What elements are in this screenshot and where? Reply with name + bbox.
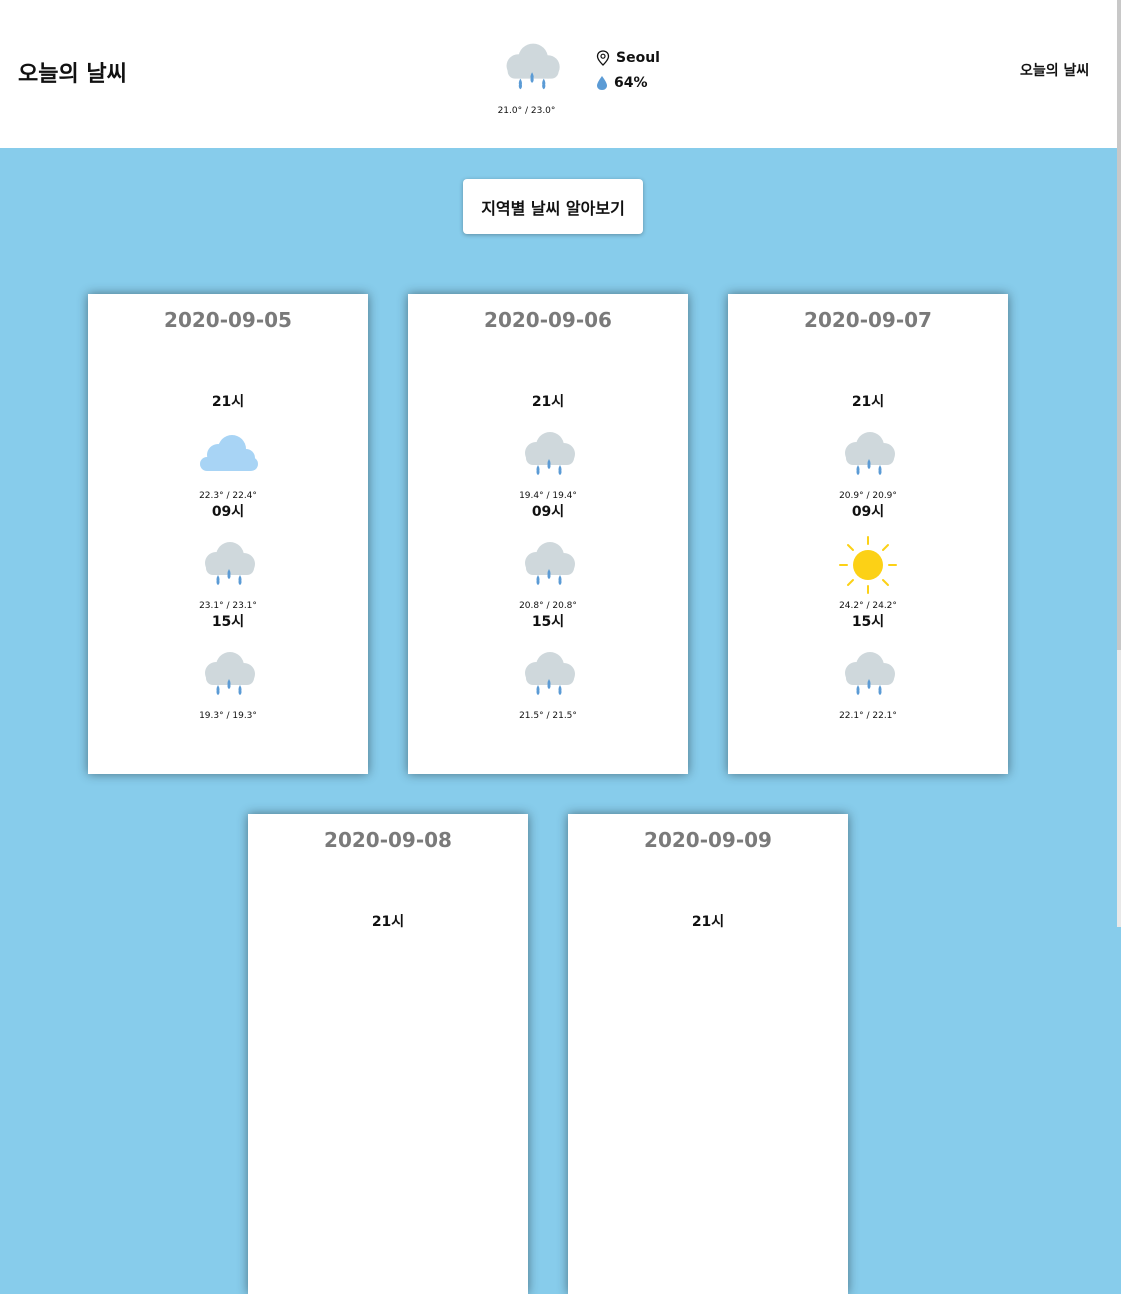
- cloud-icon: [196, 429, 260, 481]
- rain-cloud-icon: [516, 649, 580, 701]
- location-row: Seoul: [596, 50, 660, 66]
- forecast-temp-range: 21.5° / 21.5°: [519, 711, 577, 721]
- rain-cloud-icon: [497, 40, 565, 96]
- forecast-time: 21시: [211, 394, 245, 410]
- forecast-temp-range: 22.1° / 22.1°: [839, 711, 897, 721]
- forecast-card: 2020-09-06 21시 19.4° / 19.4° 09시 20.8° / 20.…: [408, 294, 688, 774]
- forecast-time: 09시: [531, 504, 565, 520]
- forecast-temp-range: 23.1° / 23.1°: [199, 601, 257, 611]
- forecast-time: 09시: [211, 504, 245, 520]
- rain-cloud-icon: [836, 649, 900, 701]
- rain-cloud-icon: [836, 429, 900, 481]
- location-name: Seoul: [616, 50, 660, 66]
- forecast-time: 21시: [851, 394, 885, 410]
- water-drop-icon: [597, 76, 607, 90]
- forecast-card: 2020-09-05 21시 22.3° / 22.4° 09시 23.1° / 23.…: [88, 294, 368, 774]
- rain-cloud-icon: [196, 539, 260, 591]
- forecast-card: 2020-09-07 21시 20.9° / 20.9° 09시 24.2° / 24.…: [728, 294, 1008, 774]
- forecast-temp-range: 24.2° / 24.2°: [839, 601, 897, 611]
- forecast-temp-range: 20.9° / 20.9°: [839, 491, 897, 501]
- humidity-row: 64%: [596, 75, 648, 91]
- forecast-temp-range: 22.3° / 22.4°: [199, 491, 257, 501]
- forecast-temp-range: 19.4° / 19.4°: [519, 491, 577, 501]
- forecast-temp-range: 20.8° / 20.8°: [519, 601, 577, 611]
- rain-cloud-icon: [516, 429, 580, 481]
- rain-cloud-icon: [516, 539, 580, 591]
- forecast-time: 21시: [531, 394, 565, 410]
- rain-cloud-icon: [196, 649, 260, 701]
- forecast-time: 21시: [371, 914, 405, 930]
- forecast-date: 2020-09-06: [484, 308, 612, 332]
- forecast-time: 15시: [851, 614, 885, 630]
- humidity-value: 64%: [614, 75, 648, 91]
- nav-today-weather-link[interactable]: 오늘의 날씨: [1020, 60, 1089, 80]
- forecast-card: 2020-09-08 21시: [248, 814, 528, 1294]
- region-weather-button[interactable]: 지역별 날씨 알아보기: [463, 179, 643, 234]
- forecast-time: 15시: [531, 614, 565, 630]
- scrollbar-thumb[interactable]: [1117, 0, 1121, 650]
- sun-icon: [836, 533, 900, 597]
- scrollbar[interactable]: [1117, 0, 1121, 927]
- forecast-card: 2020-09-09 21시: [568, 814, 848, 1294]
- forecast-date: 2020-09-07: [804, 308, 932, 332]
- forecast-date: 2020-09-08: [324, 828, 452, 852]
- site-title[interactable]: 오늘의 날씨: [18, 56, 127, 88]
- forecast-date: 2020-09-05: [164, 308, 292, 332]
- forecast-date: 2020-09-09: [644, 828, 772, 852]
- forecast-time: 09시: [851, 504, 885, 520]
- forecast-time: 15시: [211, 614, 245, 630]
- forecast-time: 21시: [691, 914, 725, 930]
- today-temp-range: 21.0° / 23.0°: [497, 106, 556, 116]
- site-header: 오늘의 날씨 21.0° / 23.0° Seoul 64% 오늘의 날씨: [0, 0, 1117, 148]
- location-pin-icon: [596, 50, 610, 66]
- forecast-temp-range: 19.3° / 19.3°: [199, 711, 257, 721]
